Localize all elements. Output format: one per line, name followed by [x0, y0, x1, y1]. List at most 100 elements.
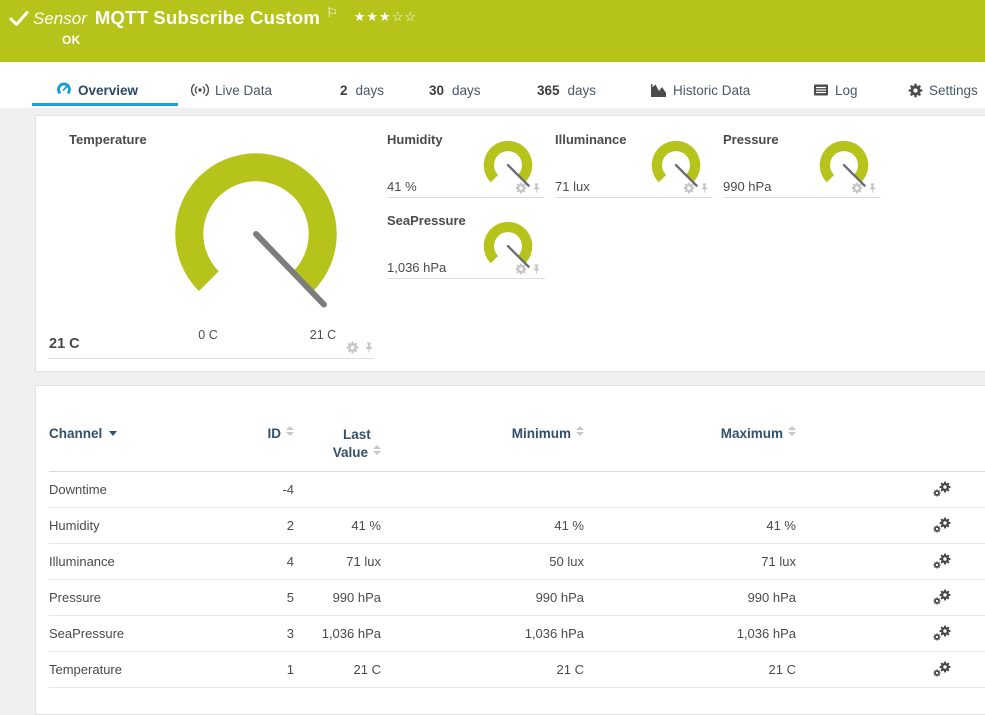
gauge-value-pressure: 990 hPa [723, 179, 771, 194]
status-check-icon [8, 8, 30, 30]
tab-log[interactable]: Log [813, 80, 858, 100]
channel-settings-gears-icon[interactable] [933, 481, 952, 498]
channel-table-panel: Channel ID Last Value Minimum Maximum [35, 385, 985, 715]
stars-filled[interactable]: ★★★ [354, 9, 392, 24]
channel-last-value: 21 C [294, 651, 381, 687]
gauge-value-seapressure: 1,036 hPa [387, 260, 446, 275]
column-header-id[interactable]: ID [209, 404, 294, 471]
channel-id: 1 [209, 651, 294, 687]
table-row-seapressure: SeaPressure 3 1,036 hPa 1,036 hPa 1,036 … [49, 615, 985, 651]
tab-settings[interactable]: Settings [908, 80, 978, 100]
broadcast-icon [191, 82, 209, 98]
column-header-last-label: Last [343, 427, 371, 442]
column-header-settings [796, 404, 985, 471]
pin-icon[interactable] [699, 182, 710, 194]
page-title: MQTT Subscribe Custom [95, 7, 320, 29]
priority-rating[interactable]: ★★★☆☆ [354, 9, 417, 25]
divider [723, 197, 881, 198]
gauge-actions-pressure [851, 182, 878, 194]
channel-id: 2 [209, 507, 294, 543]
channel-last-value: 71 lux [294, 543, 381, 579]
pin-icon[interactable] [531, 263, 542, 275]
gear-icon [908, 83, 923, 98]
tab-log-label: Log [835, 83, 858, 98]
gauge-scale-max: 21 C [299, 328, 347, 342]
channel-maximum: 41 % [584, 507, 796, 543]
table-row-temperature: Temperature 1 21 C 21 C 21 C [49, 651, 985, 687]
pin-icon[interactable] [363, 341, 375, 354]
channel-minimum [381, 471, 584, 507]
tab-overview[interactable]: Overview [56, 80, 138, 100]
tab-2-days[interactable]: 2 days [340, 80, 384, 100]
area-chart-icon [650, 83, 667, 98]
tab-historic-data[interactable]: Historic Data [650, 80, 750, 100]
channel-settings-gears-icon[interactable] [933, 625, 952, 642]
tab-live-data-label: Live Data [215, 83, 272, 98]
gauge-title-pressure: Pressure [723, 132, 779, 147]
flag-icon[interactable]: ⚐ [326, 5, 338, 21]
column-header-id-label: ID [268, 426, 282, 441]
channel-name: SeaPressure [49, 615, 209, 651]
column-header-minimum[interactable]: Minimum [381, 404, 584, 471]
tab-settings-label: Settings [929, 83, 978, 98]
channel-last-value: 990 hPa [294, 579, 381, 615]
channel-settings-icon[interactable] [515, 263, 527, 275]
column-header-channel[interactable]: Channel [49, 404, 209, 471]
tab-30-days[interactable]: 30 days [429, 80, 481, 100]
gauge-value-temperature: 21 C [49, 336, 80, 352]
gauge-value-humidity: 41 % [387, 179, 417, 194]
channel-last-value: 1,036 hPa [294, 615, 381, 651]
gauge-actions-humidity [515, 182, 542, 194]
column-header-minimum-label: Minimum [512, 426, 571, 441]
channel-minimum: 21 C [381, 651, 584, 687]
channel-table: Channel ID Last Value Minimum Maximum [49, 404, 985, 688]
tab-overview-label: Overview [78, 83, 138, 98]
gauge-title-illuminance: Illuminance [555, 132, 627, 147]
channel-settings-gears-icon[interactable] [933, 589, 952, 606]
channel-settings-icon[interactable] [683, 182, 695, 194]
sort-icon [286, 426, 294, 436]
pin-icon[interactable] [531, 182, 542, 194]
gauge-title-humidity: Humidity [387, 132, 443, 147]
gauge-title-seapressure: SeaPressure [387, 213, 466, 228]
channel-last-value [294, 471, 381, 507]
channel-maximum: 21 C [584, 651, 796, 687]
channel-name: Illuminance [49, 543, 209, 579]
active-tab-underline [32, 103, 178, 106]
divider [49, 358, 374, 359]
channel-settings-gears-icon[interactable] [933, 661, 952, 678]
divider [387, 278, 545, 279]
column-header-channel-label: Channel [49, 426, 102, 441]
tab-live-data[interactable]: Live Data [191, 80, 272, 100]
tab-365-days-unit: days [568, 83, 597, 98]
divider [555, 197, 713, 198]
table-row-pressure: Pressure 5 990 hPa 990 hPa 990 hPa [49, 579, 985, 615]
gauge-icon [56, 82, 72, 98]
gauge-actions-temperature [346, 341, 375, 354]
channel-settings-icon[interactable] [851, 182, 863, 194]
channel-id: 4 [209, 543, 294, 579]
channel-maximum: 990 hPa [584, 579, 796, 615]
channel-minimum: 50 lux [381, 543, 584, 579]
pin-icon[interactable] [867, 182, 878, 194]
column-header-maximum[interactable]: Maximum [584, 404, 796, 471]
channel-minimum: 41 % [381, 507, 584, 543]
temperature-gauge [171, 149, 341, 319]
column-header-value-label: Value [333, 445, 368, 460]
channel-settings-icon[interactable] [346, 341, 359, 354]
tab-365-days[interactable]: 365 days [537, 80, 596, 100]
gauge-actions-seapressure [515, 263, 542, 275]
channel-settings-gears-icon[interactable] [933, 553, 952, 570]
gauges-panel: Temperature 0 C 21 C 21 C Humidity 41 % … [35, 115, 985, 372]
table-header-row: Channel ID Last Value Minimum Maximum [49, 404, 985, 471]
tab-30-days-unit: days [452, 83, 481, 98]
column-header-last-value[interactable]: Last Value [294, 404, 381, 471]
table-row-downtime: Downtime -4 [49, 471, 985, 507]
channel-settings-icon[interactable] [515, 182, 527, 194]
object-type-label: Sensor [33, 9, 87, 29]
gauge-title-temperature: Temperature [69, 132, 147, 147]
stars-empty[interactable]: ☆☆ [392, 9, 417, 24]
channel-settings-gears-icon[interactable] [933, 517, 952, 534]
prtg-sensor-overview-page: { "colors": { "brand_lime": "#b5c31b", "… [0, 0, 985, 691]
channel-minimum: 1,036 hPa [381, 615, 584, 651]
